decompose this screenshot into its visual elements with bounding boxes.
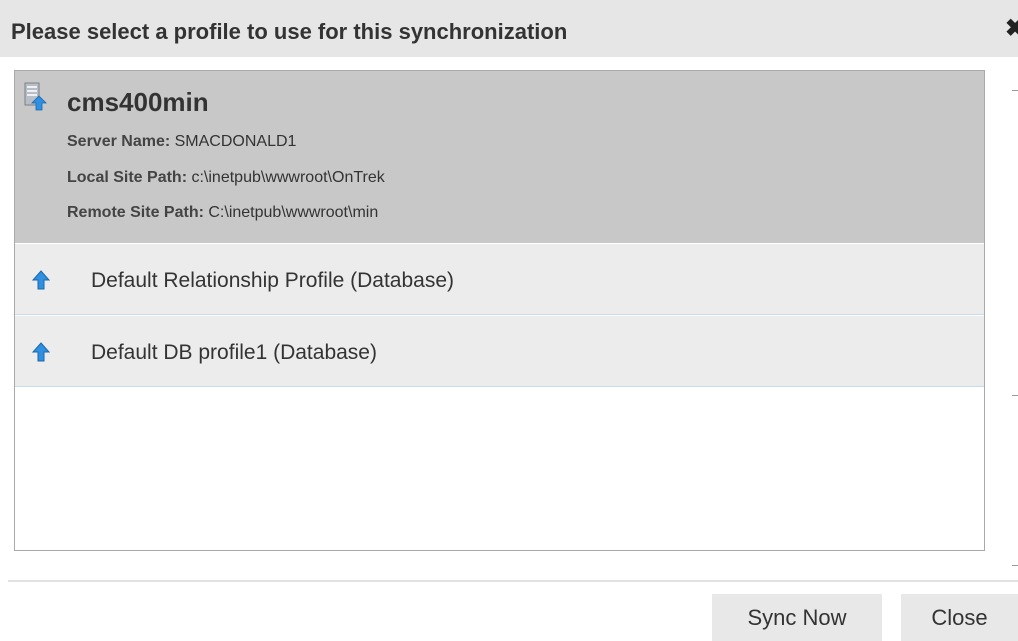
- local-site-path-value: c:\inetpub\wwwroot\OnTrek: [191, 169, 385, 186]
- profile-row-default-relationship[interactable]: Default Relationship Profile (Database): [15, 244, 984, 315]
- blue-up-arrow-icon: [32, 342, 50, 362]
- scrollbar-tick: [1012, 395, 1018, 396]
- local-site-path-label: Local Site Path:: [67, 169, 188, 186]
- scrollbar-tick: [1012, 565, 1018, 566]
- server-name-title: cms400min: [67, 87, 209, 117]
- scrollbar-tick: [1012, 90, 1018, 91]
- sync-profile-dialog: Please select a profile to use for this …: [0, 0, 1018, 641]
- blue-up-arrow-icon: [32, 270, 50, 290]
- dialog-title-bar: Please select a profile to use for this …: [0, 0, 1018, 57]
- close-button[interactable]: Close: [901, 594, 1018, 641]
- profile-label: Default Relationship Profile (Database): [91, 269, 455, 292]
- remote-site-path-line: Remote Site Path: C:\inetpub\wwwroot\min: [67, 204, 378, 222]
- remote-site-path-value: C:\inetpub\wwwroot\min: [208, 204, 379, 221]
- profile-list: cms400min Server Name: SMACDONALD1 Local…: [14, 70, 985, 551]
- footer-separator: [8, 580, 1018, 582]
- profile-row-default-db-profile1[interactable]: Default DB profile1 (Database): [15, 316, 984, 387]
- close-icon[interactable]: ✖: [1005, 17, 1018, 41]
- local-site-path-line: Local Site Path: c:\inetpub\wwwroot\OnTr…: [67, 169, 385, 187]
- dialog-title: Please select a profile to use for this …: [11, 19, 568, 44]
- scrollbar[interactable]: [1011, 70, 1018, 570]
- server-sync-icon: [24, 82, 47, 111]
- server-name-label: Server Name:: [67, 133, 171, 150]
- server-name-value: SMACDONALD1: [174, 133, 297, 150]
- sync-now-button[interactable]: Sync Now: [712, 594, 882, 641]
- profile-label: Default DB profile1 (Database): [91, 341, 377, 364]
- remote-site-path-label: Remote Site Path:: [67, 204, 204, 221]
- server-header: cms400min Server Name: SMACDONALD1 Local…: [15, 71, 984, 243]
- server-name-line: Server Name: SMACDONALD1: [67, 133, 296, 151]
